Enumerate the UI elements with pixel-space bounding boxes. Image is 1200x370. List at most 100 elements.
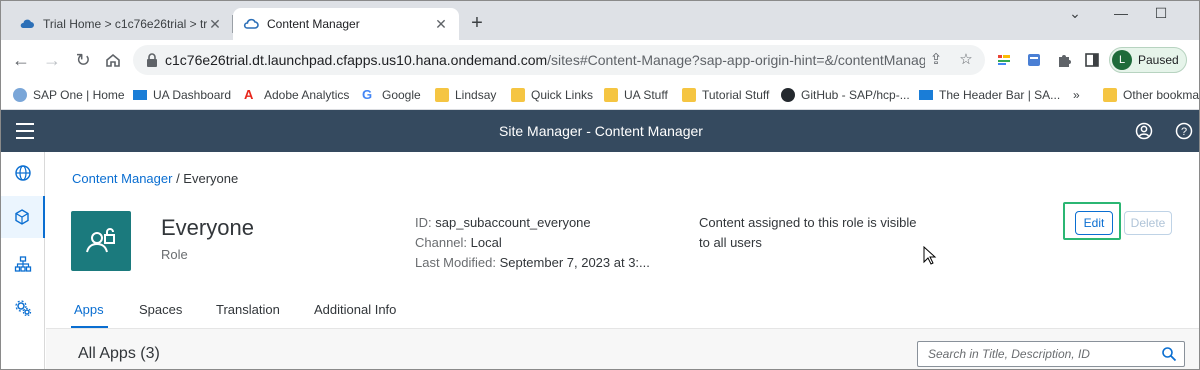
help-icon[interactable]: ? (1174, 121, 1194, 141)
bookmark-label: Quick Links (531, 88, 594, 102)
folder-icon (511, 88, 525, 102)
channel-value: Local (470, 235, 502, 250)
browser-window: Trial Home > c1c76e26trial > tria ✕ Cont… (0, 0, 1200, 370)
github-icon (781, 88, 795, 102)
mouse-cursor-icon (923, 246, 937, 265)
url-path: /sites#Content-Manage?sap-app-origin-hin… (547, 52, 925, 68)
tab-spaces[interactable]: Spaces (139, 302, 182, 317)
search-input[interactable] (918, 342, 1158, 366)
apps-list-header: All Apps (3) (46, 328, 1199, 369)
extension-tile-icon[interactable] (1025, 51, 1043, 69)
role-title: Everyone (161, 215, 254, 240)
bookmark-google[interactable]: G Google (362, 86, 421, 104)
sidenav-settings[interactable] (1, 287, 45, 329)
search-icon[interactable] (1161, 346, 1177, 362)
bookmark-label: SAP One | Home (33, 88, 125, 102)
url-text[interactable]: c1c76e26trial.dt.launchpad.cfapps.us10.h… (165, 52, 925, 68)
browser-tab-content-manager[interactable]: Content Manager ✕ (233, 8, 459, 40)
bookmark-label: GitHub - SAP/hcp-... (801, 88, 910, 102)
overflow-chevron-icon: » (1073, 88, 1080, 102)
tab-additional-info[interactable]: Additional Info (314, 302, 396, 317)
cloud-icon (20, 19, 34, 28)
gears-icon (15, 300, 32, 317)
bookmark-folder-quick-links[interactable]: Quick Links (511, 86, 593, 104)
extension-colorful-icon[interactable] (995, 51, 1013, 69)
tab-search-icon[interactable]: ⌄ (1065, 5, 1085, 22)
browser-toolbar: ← → ↻ c1c76e26trial.dt.launchpad.cfapps.… (1, 40, 1199, 80)
id-value: sap_subaccount_everyone (435, 215, 591, 230)
bookmark-label: Other bookmar (1123, 88, 1200, 102)
breadcrumb: Content Manager / Everyone (72, 171, 238, 186)
home-icon[interactable] (102, 49, 124, 71)
delete-button[interactable]: Delete (1124, 211, 1172, 235)
tab-title: Trial Home > c1c76e26trial > tria (43, 17, 207, 31)
profile-status: Paused (1138, 53, 1179, 67)
main-content: Content Manager / Everyone Everyone Role… (46, 152, 1199, 369)
bookmark-github[interactable]: GitHub - SAP/hcp-... (781, 86, 910, 104)
user-profile-icon[interactable] (1134, 121, 1154, 141)
tab-translation[interactable]: Translation (216, 302, 280, 317)
bookmark-label: Tutorial Stuff (702, 88, 770, 102)
sidenav-hierarchy[interactable] (1, 243, 45, 285)
back-arrow-icon[interactable]: ← (10, 49, 32, 71)
bookmark-label: UA Stuff (624, 88, 668, 102)
id-label: ID: (415, 215, 432, 230)
sap-logo-icon (919, 90, 933, 100)
apps-count-title: All Apps (3) (78, 345, 160, 362)
globe-icon (15, 165, 31, 181)
star-icon[interactable]: ☆ (957, 51, 975, 69)
bookmark-folder-tutorial-stuff[interactable]: Tutorial Stuff (682, 86, 769, 104)
role-attributes: ID: sap_subaccount_everyone Channel: Loc… (415, 213, 650, 273)
close-icon[interactable]: ✕ (433, 16, 449, 33)
forward-arrow-icon[interactable]: → (41, 49, 63, 71)
tab-strip: Trial Home > c1c76e26trial > tria ✕ Cont… (1, 1, 1199, 40)
profile-button[interactable]: L Paused (1109, 47, 1187, 73)
side-panel-icon[interactable] (1083, 51, 1101, 69)
close-icon[interactable]: ✕ (207, 16, 223, 33)
side-navigation (1, 152, 45, 369)
bookmark-adobe-analytics[interactable]: A Adobe Analytics (244, 86, 349, 104)
avatar: L (1112, 50, 1132, 70)
maximize-button[interactable]: ☐ (1151, 5, 1171, 22)
bookmark-folder-ua-stuff[interactable]: UA Stuff (604, 86, 668, 104)
edit-button[interactable]: Edit (1075, 211, 1113, 235)
sap-logo-icon (133, 90, 147, 100)
minimize-button[interactable]: — (1111, 5, 1131, 21)
svg-text:?: ? (1181, 126, 1187, 138)
sap-globe-icon (13, 88, 27, 102)
address-bar[interactable]: c1c76e26trial.dt.launchpad.cfapps.us10.h… (133, 45, 985, 75)
tab-apps[interactable]: Apps (74, 302, 104, 317)
bookmark-sap-one[interactable]: SAP One | Home (13, 86, 125, 104)
channel-label: Channel: (415, 235, 468, 250)
lock-icon[interactable] (145, 52, 159, 68)
user-lock-icon (86, 228, 115, 253)
puzzle-icon[interactable] (1055, 51, 1073, 69)
google-icon: G (362, 87, 373, 102)
new-tab-button[interactable]: + (467, 13, 487, 33)
folder-icon (682, 88, 696, 102)
bookmark-other-bookmarks[interactable]: Other bookmar (1103, 86, 1200, 104)
reload-icon[interactable]: ↻ (72, 49, 94, 71)
role-subtitle: Role (161, 247, 188, 262)
bookmark-header-bar[interactable]: The Header Bar | SA... (919, 86, 1060, 104)
bookmark-ua-dashboard[interactable]: UA Dashboard (133, 86, 231, 104)
folder-icon (1103, 88, 1117, 102)
shell-title: Site Manager - Content Manager (499, 123, 703, 139)
cube-icon (15, 209, 29, 225)
cloud-outline-icon (243, 18, 259, 29)
bookmark-folder-lindsay[interactable]: Lindsay (435, 86, 496, 104)
shell-bar: Site Manager - Content Manager ? (1, 110, 1199, 152)
adobe-icon: A (244, 87, 254, 102)
bookmark-label: Google (382, 88, 421, 102)
role-description: Content assigned to this role is visible… (699, 215, 917, 250)
apps-search-field[interactable] (917, 341, 1185, 367)
sidenav-content-manager[interactable] (1, 196, 45, 238)
bookmarks-overflow-button[interactable]: » (1073, 86, 1080, 104)
bookmark-label: UA Dashboard (153, 88, 232, 102)
sidenav-sites[interactable] (1, 152, 45, 194)
share-icon[interactable]: ⇪ (927, 51, 945, 69)
breadcrumb-link-content-manager[interactable]: Content Manager (72, 171, 172, 186)
role-tabs: Apps Spaces Translation Additional Info (46, 294, 1199, 329)
folder-icon (604, 88, 618, 102)
browser-tab-trial-home[interactable]: Trial Home > c1c76e26trial > tria ✕ (9, 8, 233, 40)
